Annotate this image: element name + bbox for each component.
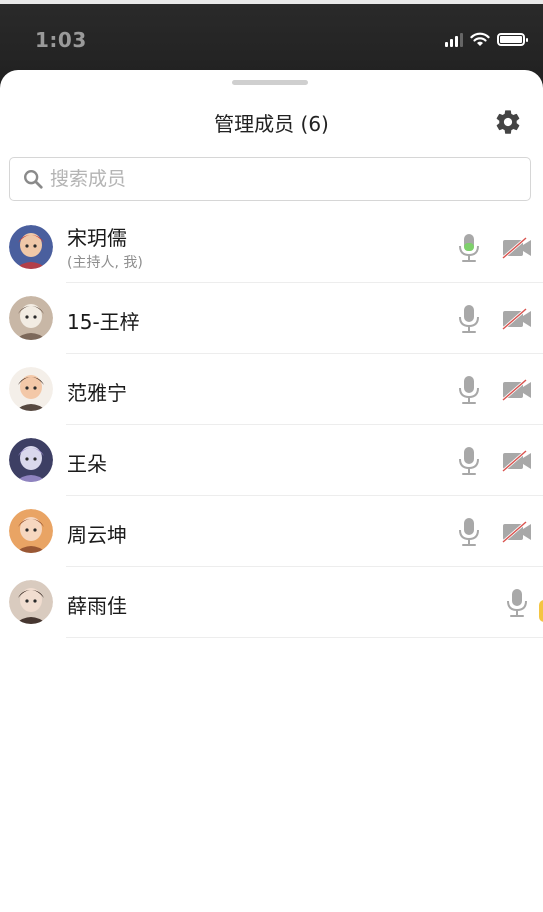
member-list: 宋玥儒 (主持人, 我) 15-王梓 范雅宁 王朵 周云坤 薛雨佳 — [0, 212, 543, 638]
battery-icon — [497, 33, 528, 46]
video-off-icon[interactable] — [502, 237, 532, 259]
member-name: 15-王梓 — [67, 310, 140, 334]
gear-icon[interactable] — [494, 108, 522, 136]
member-avatar — [9, 580, 53, 624]
member-row[interactable]: 宋玥儒 (主持人, 我) — [0, 212, 543, 283]
member-name: 薛雨佳 — [67, 594, 127, 618]
floating-edge-handle[interactable] — [539, 600, 543, 622]
member-row[interactable]: 15-王梓 — [0, 283, 543, 354]
member-avatar — [9, 438, 53, 482]
member-row[interactable]: 范雅宁 — [0, 354, 543, 425]
video-off-icon[interactable] — [502, 521, 532, 543]
sheet-grabber[interactable] — [232, 80, 308, 85]
member-name: 宋玥儒 — [67, 226, 127, 250]
member-avatar — [9, 225, 53, 269]
status-icons — [445, 32, 528, 47]
member-avatar — [9, 509, 53, 553]
manage-members-sheet: 管理成员 (6) 宋玥儒 (主持人, 我) — [0, 70, 543, 912]
member-avatar — [9, 367, 53, 411]
mic-muted-icon[interactable] — [458, 375, 480, 405]
search-icon — [24, 170, 43, 189]
member-row[interactable]: 周云坤 — [0, 496, 543, 567]
video-off-icon[interactable] — [502, 379, 532, 401]
mic-muted-icon[interactable] — [458, 517, 480, 547]
cellular-signal-icon — [445, 32, 463, 47]
status-time: 1:03 — [35, 28, 87, 52]
member-name: 范雅宁 — [67, 381, 127, 405]
member-role: (主持人, 我) — [67, 255, 143, 271]
video-off-icon[interactable] — [502, 450, 532, 472]
member-name: 周云坤 — [67, 523, 127, 547]
wifi-icon — [470, 32, 490, 46]
member-name: 王朵 — [67, 452, 107, 476]
video-off-icon[interactable] — [502, 308, 532, 330]
member-search-box[interactable] — [9, 157, 531, 201]
row-divider — [66, 637, 543, 638]
member-search-input[interactable] — [48, 167, 530, 191]
member-avatar — [9, 296, 53, 340]
member-row[interactable]: 王朵 — [0, 425, 543, 496]
mic-active-icon[interactable] — [458, 233, 480, 263]
mic-muted-icon[interactable] — [506, 588, 528, 618]
sheet-title: 管理成员 (6) — [214, 112, 329, 136]
mic-muted-icon[interactable] — [458, 304, 480, 334]
member-row[interactable]: 薛雨佳 — [0, 567, 543, 638]
mic-muted-icon[interactable] — [458, 446, 480, 476]
